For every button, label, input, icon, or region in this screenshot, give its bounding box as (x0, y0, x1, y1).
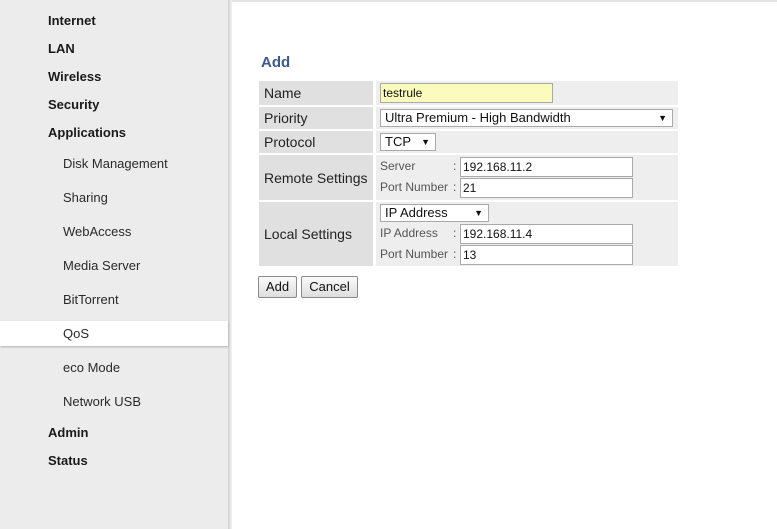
sidebar-item-status[interactable]: Status (48, 453, 88, 468)
local-type-select-value: IP Address (385, 205, 448, 220)
sidebar-item-eco-mode[interactable]: eco Mode (63, 360, 120, 375)
local-ip-input[interactable]: 192.168.11.4 (460, 224, 633, 244)
remote-settings-label-cell: Remote Settings (259, 155, 373, 200)
local-settings-label-cell: Local Settings (259, 202, 373, 266)
name-label-cell: Name (259, 81, 373, 105)
name-label: Name (264, 85, 302, 101)
sidebar-item-admin[interactable]: Admin (48, 425, 88, 440)
name-input[interactable]: testrule (380, 83, 553, 103)
sidebar-divider (228, 0, 232, 529)
priority-label: Priority (264, 110, 308, 126)
sidebar-item-qos[interactable]: QoS (63, 326, 89, 341)
local-ip-label: IP Address (380, 226, 438, 240)
remote-server-input[interactable]: 192.168.11.2 (460, 157, 633, 177)
protocol-select-value: TCP (385, 134, 411, 149)
remote-settings-label: Remote Settings (264, 170, 368, 186)
sidebar-item-disk-management[interactable]: Disk Management (63, 156, 168, 171)
chevron-down-icon: ▼ (421, 137, 430, 147)
sidebar-item-media-server[interactable]: Media Server (63, 258, 140, 273)
cancel-button[interactable]: Cancel (301, 276, 358, 298)
top-border (232, 0, 777, 2)
remote-settings-value-cell: Server : 192.168.11.2 Port Number : 21 (376, 155, 678, 200)
colon-separator: : (453, 159, 457, 173)
sidebar-item-bittorrent[interactable]: BitTorrent (63, 292, 119, 307)
local-settings-label: Local Settings (264, 226, 352, 242)
protocol-select[interactable]: TCP ▼ (380, 133, 436, 151)
local-port-input[interactable]: 13 (460, 245, 633, 265)
sidebar-item-sharing[interactable]: Sharing (63, 190, 108, 205)
page-title: Add (261, 54, 291, 71)
priority-value-cell: Ultra Premium - High Bandwidth ▼ (376, 107, 678, 129)
colon-separator: : (453, 226, 457, 240)
priority-select[interactable]: Ultra Premium - High Bandwidth ▼ (380, 109, 673, 127)
priority-label-cell: Priority (259, 107, 373, 129)
local-port-label: Port Number (380, 247, 449, 261)
colon-separator: : (453, 180, 457, 194)
remote-port-label: Port Number (380, 180, 449, 194)
chevron-down-icon: ▼ (474, 208, 483, 218)
remote-port-input[interactable]: 21 (460, 178, 633, 198)
colon-separator: : (453, 247, 457, 261)
sidebar-active-highlight (0, 321, 228, 346)
protocol-label: Protocol (264, 134, 316, 150)
sidebar-item-applications[interactable]: Applications (48, 125, 126, 140)
protocol-value-cell: TCP ▼ (376, 131, 678, 153)
name-value-cell: testrule (376, 81, 678, 105)
remote-server-label: Server (380, 159, 416, 173)
sidebar-item-lan[interactable]: LAN (48, 41, 75, 56)
protocol-label-cell: Protocol (259, 131, 373, 153)
chevron-down-icon: ▼ (658, 113, 667, 123)
sidebar-item-wireless[interactable]: Wireless (48, 69, 101, 84)
local-type-select[interactable]: IP Address ▼ (380, 204, 489, 222)
sidebar-item-webaccess[interactable]: WebAccess (63, 224, 131, 239)
priority-select-value: Ultra Premium - High Bandwidth (385, 110, 571, 125)
sidebar-item-network-usb[interactable]: Network USB (63, 394, 141, 409)
sidebar-item-internet[interactable]: Internet (48, 13, 96, 28)
local-settings-value-cell: IP Address ▼ IP Address : 192.168.11.4 P… (376, 202, 678, 266)
sidebar-item-security[interactable]: Security (48, 97, 99, 112)
add-button[interactable]: Add (258, 276, 297, 298)
